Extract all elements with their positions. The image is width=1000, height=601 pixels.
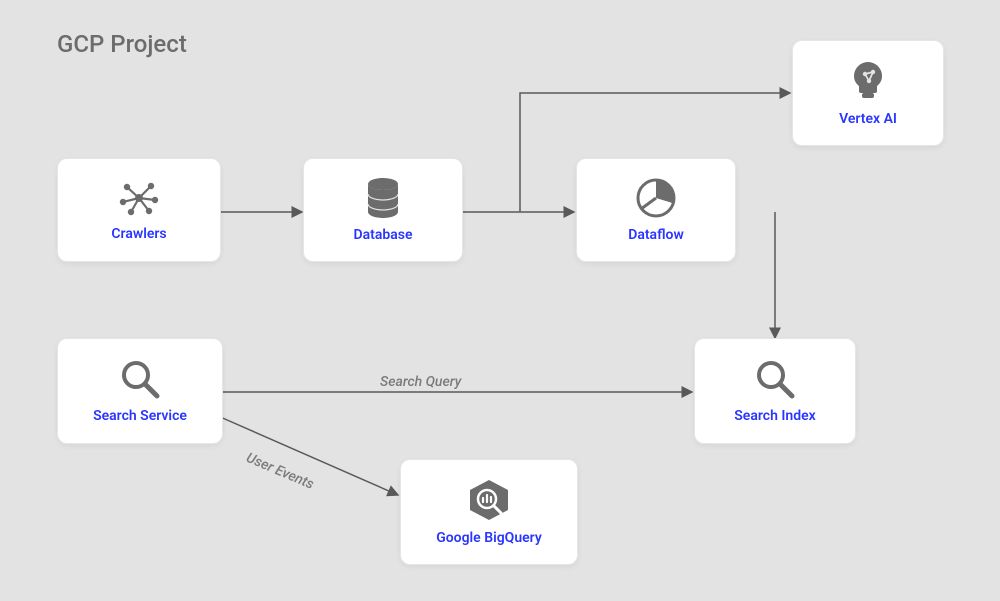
node-label: Vertex AI <box>839 111 897 127</box>
node-crawlers: Crawlers <box>57 158 221 262</box>
edge-label-search-query: Search Query <box>380 374 461 390</box>
vertex-ai-icon <box>847 59 889 103</box>
diagram-title: GCP Project <box>57 30 187 58</box>
node-vertex-ai: Vertex AI <box>792 40 944 146</box>
node-database: Database <box>303 158 463 262</box>
node-label: Search Service <box>93 408 187 424</box>
search-icon <box>754 358 796 400</box>
node-label: Google BigQuery <box>436 530 542 546</box>
crawlers-icon <box>117 178 161 218</box>
node-search-service: Search Service <box>57 338 223 444</box>
database-icon <box>365 177 401 219</box>
node-bigquery: Google BigQuery <box>400 459 578 565</box>
edge-label-user-events: User Events <box>244 450 316 493</box>
node-search-index: Search Index <box>694 338 856 444</box>
bigquery-icon <box>466 478 512 522</box>
node-label: Crawlers <box>111 226 166 242</box>
node-label: Database <box>354 227 413 243</box>
node-dataflow: Dataflow <box>576 158 736 262</box>
dataflow-icon <box>635 177 677 219</box>
node-label: Search Index <box>734 408 815 424</box>
node-label: Dataflow <box>628 227 684 243</box>
search-icon <box>119 358 161 400</box>
